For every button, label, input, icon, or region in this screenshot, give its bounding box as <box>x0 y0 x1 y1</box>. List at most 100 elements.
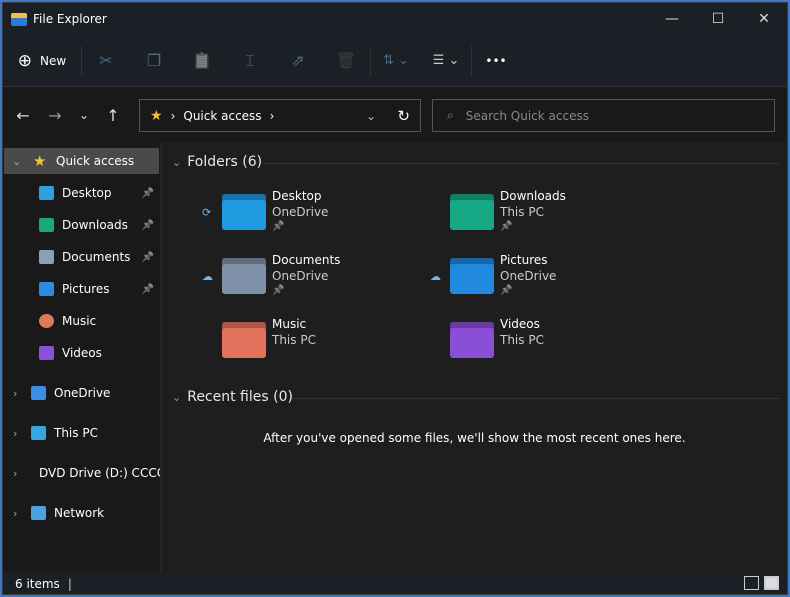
pictures-folder-icon <box>450 258 494 294</box>
sidebar-item-label: Network <box>54 506 105 520</box>
document-icon <box>39 250 54 264</box>
sidebar-item-network[interactable]: › Network <box>3 500 158 526</box>
sidebar-item-dvd-drive-d-cccc[interactable]: › DVD Drive (D:) CCCC <box>3 460 165 486</box>
pin-icon: 📌 <box>500 285 513 296</box>
folder-tile-desktop[interactable]: Desktop OneDrive 📌 ⟳ <box>202 188 442 244</box>
title-bar: File Explorer — ☐ ✕ <box>3 3 787 35</box>
folder-location: OneDrive <box>272 269 329 283</box>
chevron-down-icon: ⌄ <box>172 155 182 169</box>
sidebar-item-videos[interactable]: Videos <box>3 340 158 366</box>
chevron-right-icon[interactable]: › <box>13 387 17 400</box>
navigation-pane[interactable]: ⌄ ★ Quick access Desktop 📌 Downloads 📌 Document… <box>3 142 165 572</box>
status-bar: 6 items | <box>3 572 787 594</box>
pin-icon: 📌 <box>141 251 154 263</box>
folder-tile-videos[interactable]: Videos This PC <box>450 316 670 372</box>
pin-icon: 📌 <box>272 285 285 296</box>
sidebar-item-this-pc[interactable]: › This PC <box>3 420 158 446</box>
copy-button[interactable]: ❐ <box>130 43 178 79</box>
folder-tile-downloads[interactable]: Downloads This PC 📌 <box>450 188 670 244</box>
sidebar-item-label: Music <box>62 314 97 328</box>
star-icon: ★ <box>33 152 47 170</box>
divider <box>292 398 780 399</box>
sidebar-item-label: Pictures <box>62 282 110 296</box>
recent-locations-button[interactable]: ⌄ <box>71 108 97 122</box>
star-icon: ★ <box>150 107 163 124</box>
network-icon <box>31 506 46 520</box>
paste-button[interactable]: 📋 <box>178 43 226 79</box>
details-view-button[interactable] <box>744 576 759 590</box>
cloud-icon: ☁ <box>430 270 441 283</box>
navigation-bar: ← → ⌄ ↑ ★ › Quick access › ⌄ ↻ ⌕ Search … <box>3 88 787 142</box>
chevron-right-icon[interactable]: › <box>13 467 17 480</box>
folder-name: Documents <box>272 253 341 267</box>
up-button[interactable]: ↑ <box>97 106 129 125</box>
sidebar-item-quick-access[interactable]: ⌄ ★ Quick access <box>4 148 159 174</box>
sidebar-item-label: Quick access <box>56 154 135 168</box>
clipboard-icon: 📋 <box>192 51 212 70</box>
pin-icon: 📌 <box>141 283 154 295</box>
folder-tile-pictures[interactable]: Pictures OneDrive 📌 ☁ <box>430 252 670 308</box>
folder-name: Music <box>272 317 307 331</box>
folder-name: Desktop <box>272 189 322 203</box>
recent-files-section-header[interactable]: ⌄ Recent files (0) <box>172 389 293 405</box>
item-count: 6 items <box>15 577 60 591</box>
folders-section-header[interactable]: ⌄ Folders (6) <box>172 154 262 170</box>
folder-location: This PC <box>500 205 544 219</box>
status-divider: | <box>67 577 72 591</box>
delete-button[interactable]: 🗑 <box>322 43 370 79</box>
forward-button[interactable]: → <box>39 106 71 125</box>
cut-button[interactable]: ✂ <box>82 43 130 79</box>
address-dropdown-button[interactable]: ⌄ <box>366 109 376 123</box>
file-explorer-window: File Explorer — ☐ ✕ ⊕ New ✂ ❐ 📋 ⌶ ⇗ 🗑 ⇅ ⌄… <box>2 2 788 595</box>
address-bar[interactable]: ★ › Quick access › ⌄ ↻ <box>139 99 421 132</box>
empty-recent-message: After you've opened some files, we'll sh… <box>263 431 686 445</box>
cloud-icon <box>31 386 46 400</box>
chevron-down-icon[interactable]: ⌄ <box>12 155 21 168</box>
chevron-right-icon[interactable]: › <box>13 507 17 520</box>
folder-tile-music[interactable]: Music This PC <box>222 316 442 372</box>
back-button[interactable]: ← <box>7 106 39 125</box>
search-box[interactable]: ⌕ Search Quick access <box>432 99 775 132</box>
minimize-button[interactable]: — <box>649 3 695 35</box>
ellipsis-icon: ••• <box>485 53 507 68</box>
sidebar-item-label: Documents <box>62 250 131 264</box>
breadcrumb-quick-access[interactable]: Quick access <box>183 109 261 123</box>
folder-name: Downloads <box>500 189 566 203</box>
folder-tile-documents[interactable]: Documents OneDrive 📌 ☁ <box>202 252 442 308</box>
pin-icon: 📌 <box>141 187 154 199</box>
sidebar-item-pictures[interactable]: Pictures 📌 <box>3 276 158 302</box>
rename-button[interactable]: ⌶ <box>226 43 274 79</box>
share-button[interactable]: ⇗ <box>274 43 322 79</box>
file-explorer-icon <box>11 12 27 26</box>
sidebar-item-onedrive[interactable]: › OneDrive <box>3 380 158 406</box>
large-icons-view-button[interactable] <box>764 576 779 590</box>
breadcrumb-separator[interactable]: › <box>171 109 176 123</box>
sidebar-item-desktop[interactable]: Desktop 📌 <box>3 180 158 206</box>
sidebar-item-documents[interactable]: Documents 📌 <box>3 244 158 270</box>
search-input[interactable]: Search Quick access <box>466 109 589 123</box>
sidebar-item-downloads[interactable]: Downloads 📌 <box>3 212 158 238</box>
view-button[interactable]: ☰ ⌄ <box>421 43 471 79</box>
desktop-icon <box>39 186 54 200</box>
music-icon <box>39 314 54 328</box>
share-icon: ⇗ <box>291 51 305 70</box>
trash-icon: 🗑 <box>335 51 357 70</box>
breadcrumb-separator[interactable]: › <box>270 109 275 123</box>
more-options-button[interactable]: ••• <box>472 43 520 79</box>
close-button[interactable]: ✕ <box>741 3 787 35</box>
folder-name: Pictures <box>500 253 548 267</box>
sidebar-item-music[interactable]: Music <box>3 308 158 334</box>
new-button[interactable]: ⊕ New <box>3 43 81 79</box>
videos-folder-icon <box>450 322 494 358</box>
maximize-button[interactable]: ☐ <box>695 3 741 35</box>
chevron-right-icon[interactable]: › <box>13 427 17 440</box>
folder-name: Videos <box>500 317 540 331</box>
folder-location: This PC <box>500 333 544 347</box>
downloads-folder-icon <box>450 194 494 230</box>
pictures-icon <box>39 282 54 296</box>
chevron-down-icon: ⌄ <box>172 390 182 404</box>
refresh-button[interactable]: ↻ <box>397 107 410 125</box>
pin-icon: 📌 <box>272 221 285 232</box>
sort-button[interactable]: ⇅ ⌄ <box>371 43 421 79</box>
rename-icon: ⌶ <box>245 50 255 70</box>
